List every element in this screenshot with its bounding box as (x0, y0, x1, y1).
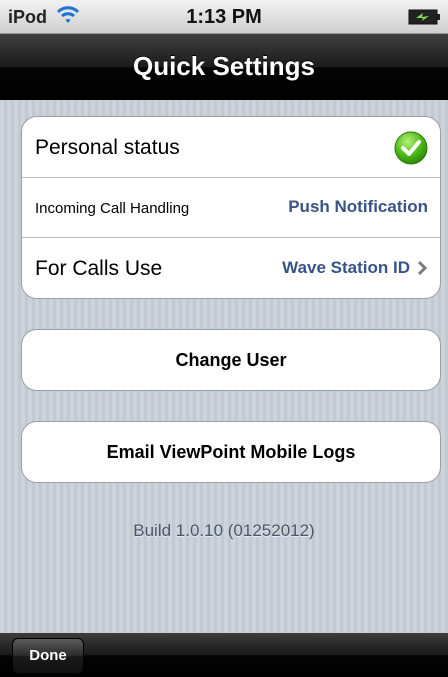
done-button[interactable]: Done (12, 638, 84, 674)
incoming-call-row[interactable]: Incoming Call Handling Push Notification (22, 178, 440, 238)
page-title: Quick Settings (132, 51, 316, 81)
build-version: Build 1.0.10 (01252012) (133, 521, 315, 540)
settings-content: Personal status Incoming Call Handling P… (0, 100, 448, 633)
personal-status-row[interactable]: Personal status (22, 117, 440, 178)
bottom-toolbar: Done (0, 633, 448, 677)
incoming-call-value: Push Notification (288, 197, 428, 216)
change-user-button[interactable]: Change User (21, 329, 441, 391)
calls-use-label: For Calls Use (35, 257, 163, 280)
checkmark-icon (394, 131, 428, 170)
personal-status-label: Personal status (35, 136, 180, 159)
status-time: 1:13 PM (186, 6, 262, 28)
calls-use-row[interactable]: For Calls Use Wave Station ID (22, 238, 440, 298)
status-bar: iPod 1:13 PM (0, 0, 448, 34)
email-logs-button[interactable]: Email ViewPoint Mobile Logs (21, 421, 441, 483)
navigation-bar: Quick Settings (0, 34, 448, 100)
incoming-call-label: Incoming Call Handling (35, 200, 190, 217)
settings-group: Personal status Incoming Call Handling P… (21, 116, 441, 299)
chevron-right-icon (416, 260, 428, 281)
battery-icon (408, 9, 442, 30)
calls-use-value: Wave Station ID (282, 258, 410, 277)
